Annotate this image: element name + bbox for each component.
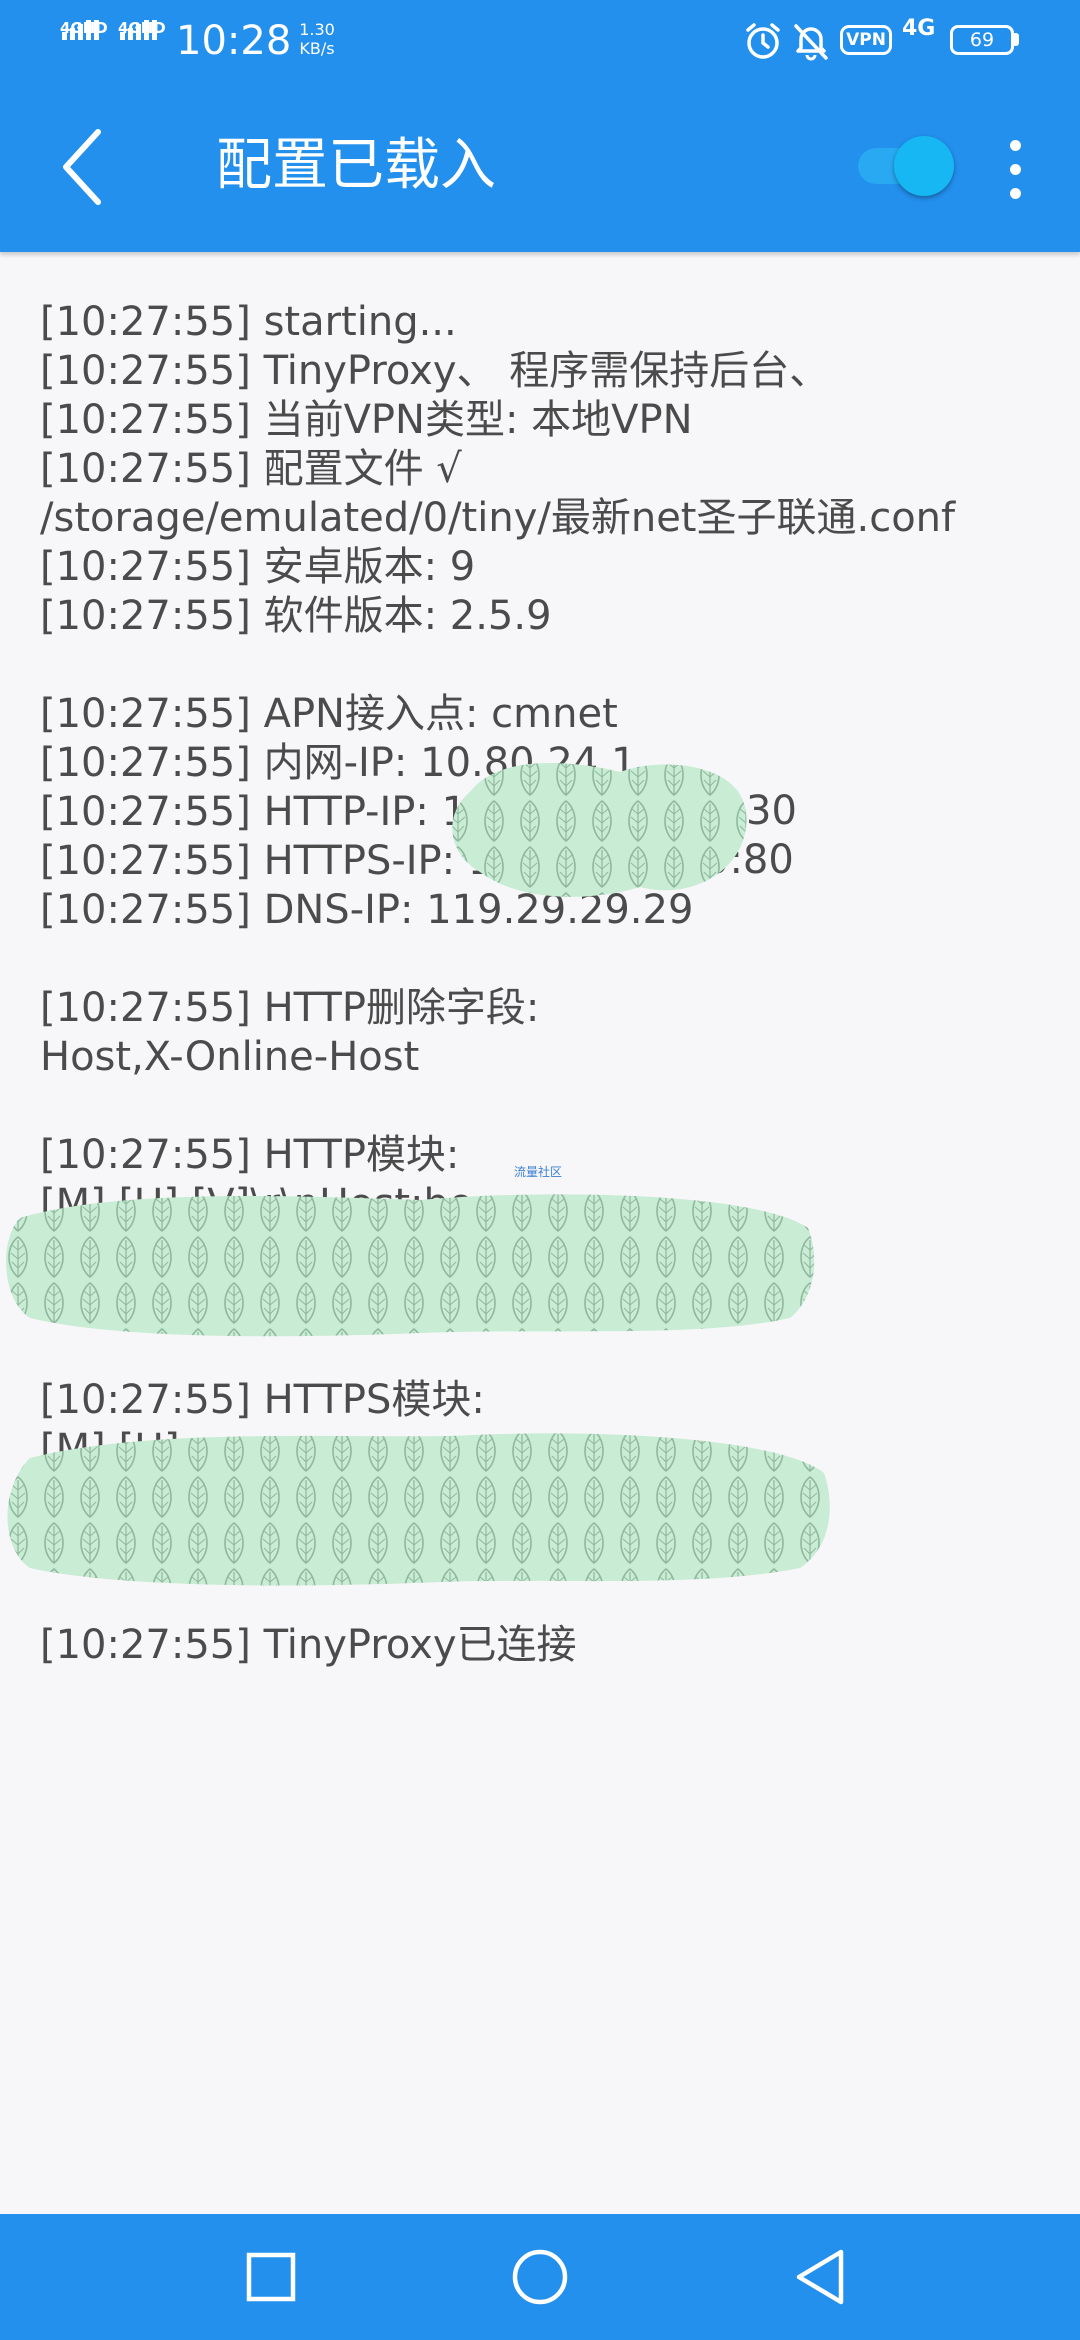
log-line: [10:27:55] starting... bbox=[40, 299, 457, 345]
navigation-bar bbox=[0, 2214, 1080, 2340]
toggle-thumb bbox=[894, 136, 954, 196]
more-options-icon[interactable] bbox=[1000, 140, 1030, 200]
sim2-network-label: 4GHD bbox=[118, 19, 166, 37]
status-bar: 4GHD 4GHD 10:28 1.30 KB/s VPN 4G 69 bbox=[0, 0, 1080, 82]
vpn-toggle-switch[interactable] bbox=[852, 134, 954, 198]
http-ip-suffix: 30 bbox=[746, 788, 797, 834]
network-speed: 1.30 KB/s bbox=[292, 20, 342, 58]
vpn-badge: VPN bbox=[840, 25, 892, 55]
redaction-mark-https-module bbox=[7, 1433, 830, 1586]
log-line: [10:27:55] 当前VPN类型: 本地VPN bbox=[40, 397, 693, 443]
log-line: [10:27:55] APN接入点: cmnet bbox=[40, 691, 618, 737]
log-line: [10:27:55] 安卓版本: 9 bbox=[40, 544, 476, 590]
redaction-mark-http-module bbox=[6, 1194, 815, 1337]
home-icon[interactable] bbox=[505, 2242, 575, 2312]
mobile-data-icon: 4G bbox=[902, 16, 936, 41]
log-line: Host,X-Online-Host bbox=[40, 1034, 420, 1080]
sim1-signal-icon: 4GHD bbox=[60, 20, 112, 60]
page-title: 配置已载入 bbox=[216, 133, 496, 198]
sim2-signal-icon: 4GHD bbox=[118, 20, 170, 60]
log-line: [10:27:55] TinyProxy、 程序需保持后台、 bbox=[40, 348, 830, 394]
log-line: [10:27:55] TinyProxy已连接 bbox=[40, 1622, 577, 1668]
back-nav-icon[interactable] bbox=[787, 2242, 857, 2312]
log-line: [10:27:55] HTTP删除字段: bbox=[40, 985, 540, 1031]
log-line: [10:27:55] HTTPS模块: bbox=[40, 1377, 485, 1423]
recent-apps-icon[interactable] bbox=[236, 2242, 306, 2312]
log-line: /storage/emulated/0/tiny/最新net圣子联通.conf bbox=[40, 495, 956, 541]
speed-unit: KB/s bbox=[299, 39, 335, 58]
app-bar: 配置已载入 bbox=[0, 82, 1080, 252]
status-time: 10:28 bbox=[176, 18, 292, 64]
speed-value: 1.30 bbox=[299, 20, 335, 39]
redaction-mark-ip bbox=[452, 763, 747, 897]
log-line: [10:27:55] 软件版本: 2.5.9 bbox=[40, 593, 552, 639]
battery-tip bbox=[1014, 33, 1019, 46]
alarm-icon bbox=[746, 23, 780, 59]
bell-muted-icon bbox=[794, 24, 828, 61]
log-line: [10:27:55] 配置文件 √ bbox=[40, 446, 462, 492]
sim1-network-label: 4GHD bbox=[60, 19, 108, 37]
back-arrow-icon[interactable] bbox=[46, 124, 126, 210]
watermark-label: 流量社区 bbox=[514, 1165, 563, 1179]
battery-icon: 69 bbox=[950, 25, 1014, 55]
